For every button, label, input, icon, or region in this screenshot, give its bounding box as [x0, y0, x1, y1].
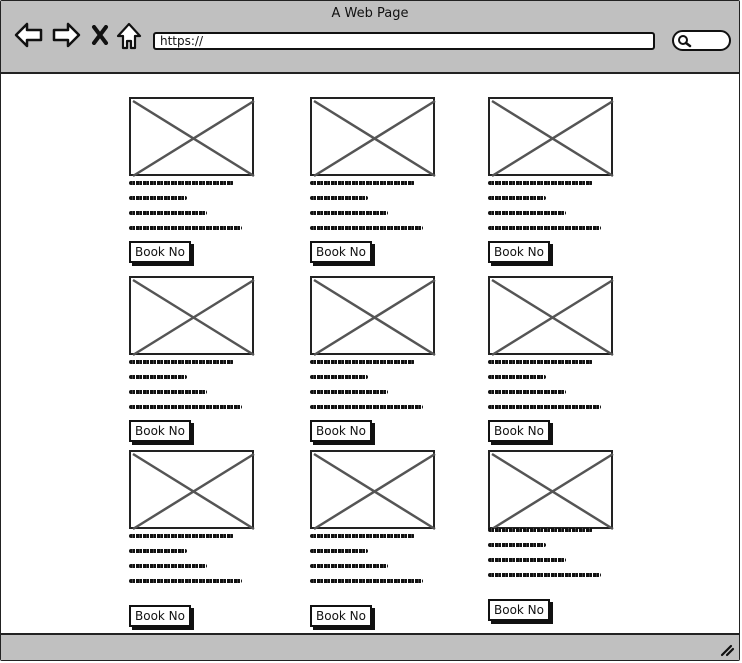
- resize-grip-icon[interactable]: [719, 643, 735, 657]
- image-placeholder: [129, 276, 255, 357]
- forward-arrow-icon[interactable]: [51, 21, 81, 49]
- home-icon[interactable]: [116, 21, 142, 51]
- page-content: Book No Book No Book No Book No Book No …: [1, 74, 739, 634]
- image-placeholder: [129, 97, 255, 178]
- book-now-button[interactable]: Book No: [310, 241, 372, 263]
- description-text: [129, 181, 249, 241]
- description-text: [129, 534, 249, 594]
- book-now-button[interactable]: Book No: [488, 241, 550, 263]
- window-title: A Web Page: [331, 6, 409, 21]
- book-now-button[interactable]: Book No: [129, 605, 191, 627]
- book-now-button[interactable]: Book No: [129, 420, 191, 442]
- book-now-button[interactable]: Book No: [129, 241, 191, 263]
- description-text: [488, 528, 608, 588]
- book-now-button[interactable]: Book No: [488, 420, 550, 442]
- description-text: [310, 360, 430, 420]
- book-now-button[interactable]: Book No: [488, 599, 550, 621]
- browser-window: A Web Page https:// Book No Book No Book…: [0, 0, 740, 661]
- description-text: [488, 181, 608, 241]
- browser-toolbar: A Web Page https://: [1, 1, 739, 74]
- image-placeholder: [488, 276, 614, 357]
- image-placeholder: [310, 450, 436, 531]
- image-placeholder: [129, 450, 255, 531]
- address-text[interactable]: https://: [160, 34, 203, 49]
- image-placeholder: [310, 97, 436, 178]
- status-bar: [1, 633, 739, 660]
- back-arrow-icon[interactable]: [14, 21, 44, 49]
- book-now-button[interactable]: Book No: [310, 605, 372, 627]
- description-text: [129, 360, 249, 420]
- close-x-icon[interactable]: [91, 25, 109, 45]
- search-icon: [678, 35, 692, 48]
- description-text: [310, 534, 430, 594]
- description-text: [310, 181, 430, 241]
- image-placeholder: [488, 450, 614, 531]
- address-bar[interactable]: https://: [153, 32, 655, 50]
- search-field[interactable]: [672, 30, 731, 51]
- image-placeholder: [310, 276, 436, 357]
- description-text: [488, 360, 608, 420]
- image-placeholder: [488, 97, 614, 178]
- book-now-button[interactable]: Book No: [310, 420, 372, 442]
